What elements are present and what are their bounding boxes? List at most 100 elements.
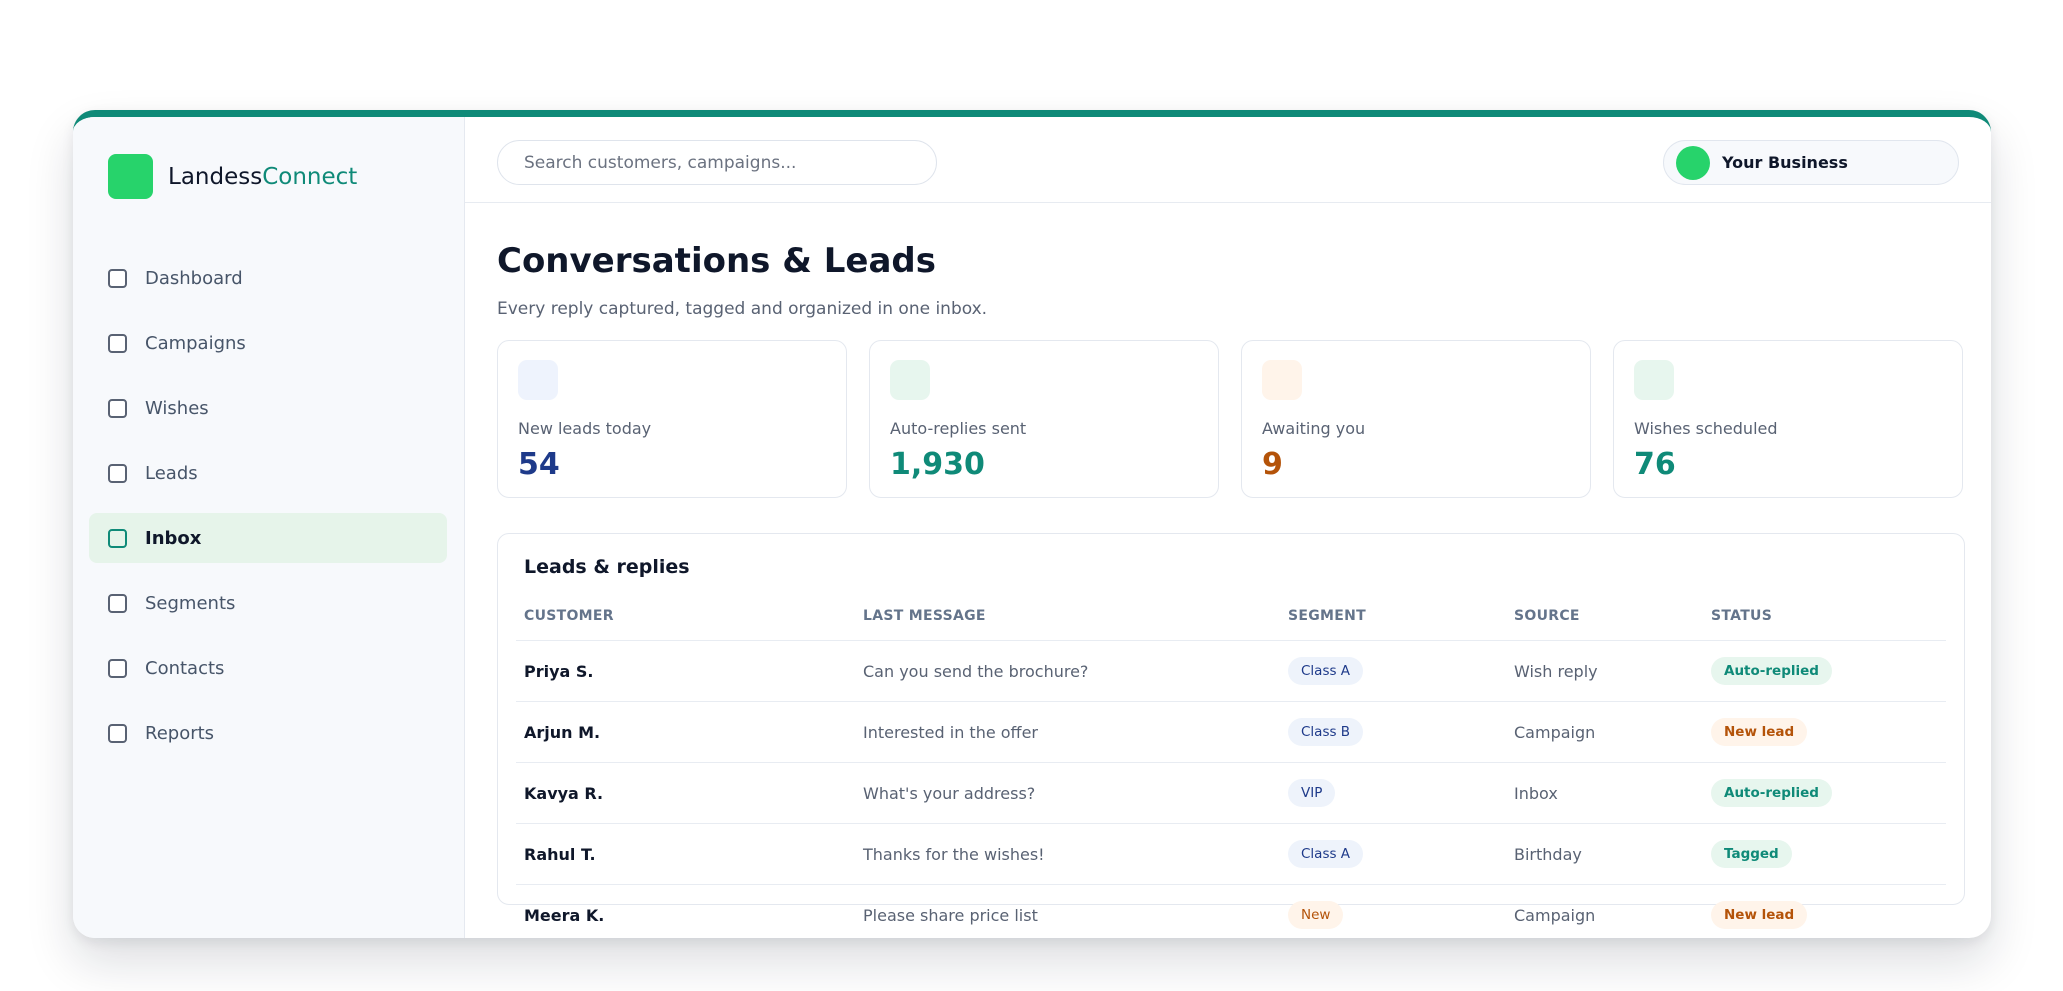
segment-cell: Class A [1288, 824, 1364, 884]
page-title: Conversations & Leads [497, 241, 936, 281]
last-message: Thanks for the wishes! [863, 844, 1045, 864]
checkbox-icon [108, 528, 127, 548]
customer-name: Kavya R. [524, 783, 604, 803]
app-window: LandessConnect Dashboard Campaigns Wishe… [73, 110, 1991, 938]
column-header-customer[interactable]: CUSTOMER [524, 608, 614, 624]
card-title: Leads & replies [524, 556, 690, 578]
stat-card-new-leads: New leads today 54 [497, 340, 847, 498]
stat-label: New leads today [518, 419, 652, 438]
source: Birthday [1514, 844, 1582, 864]
stat-value: 54 [518, 447, 560, 482]
status-badge: New lead [1711, 901, 1808, 929]
table-row[interactable]: Priya S. Can you send the brochure? Clas… [516, 640, 1946, 701]
sidebar-item-label: Reports [145, 722, 215, 744]
account-name: Your Business [1722, 153, 1848, 172]
brand-name: LandessConnect [168, 164, 357, 190]
customer-name: Arjun M. [524, 722, 601, 742]
source: Wish reply [1514, 661, 1598, 681]
segment-badge: VIP [1288, 779, 1336, 807]
checkbox-icon [108, 268, 127, 288]
checkbox-icon [108, 398, 127, 418]
customer-name: Priya S. [524, 661, 594, 681]
last-message: What's your address? [863, 783, 1036, 803]
last-message: Can you send the brochure? [863, 661, 1089, 681]
segment-cell: New [1288, 885, 1344, 938]
sidebar-item-inbox[interactable]: Inbox [89, 513, 447, 563]
table-body: Priya S. Can you send the brochure? Clas… [516, 640, 1946, 938]
stat-chip-icon [890, 360, 930, 400]
sidebar-item-label: Leads [145, 462, 198, 484]
sidebar-item-segments[interactable]: Segments [89, 578, 447, 628]
status-cell: New lead [1711, 702, 1808, 762]
table-row[interactable]: Meera K. Please share price list New Cam… [516, 884, 1946, 938]
sidebar-item-campaigns[interactable]: Campaigns [89, 318, 447, 368]
page-subtitle: Every reply captured, tagged and organiz… [497, 299, 988, 319]
brand-name-primary: Landess [168, 163, 263, 190]
segment-badge: Class A [1288, 657, 1364, 685]
customer-name: Rahul T. [524, 844, 596, 864]
table-row[interactable]: Kavya R. What's your address? VIP Inbox … [516, 762, 1946, 823]
checkbox-icon [108, 593, 127, 613]
sidebar-item-dashboard[interactable]: Dashboard [89, 253, 447, 303]
status-cell: New lead [1711, 885, 1808, 938]
stat-card-wishes-scheduled: Wishes scheduled 76 [1613, 340, 1963, 498]
sidebar-item-label: Dashboard [145, 267, 243, 289]
stat-label: Awaiting you [1262, 419, 1366, 438]
segment-badge: New [1288, 901, 1344, 929]
stat-card-awaiting: Awaiting you 9 [1241, 340, 1591, 498]
sidebar-item-label: Wishes [145, 397, 209, 419]
table-row[interactable]: Arjun M. Interested in the offer Class B… [516, 701, 1946, 762]
sidebar-item-label: Campaigns [145, 332, 246, 354]
sidebar-item-contacts[interactable]: Contacts [89, 643, 447, 693]
brand[interactable]: LandessConnect [108, 154, 357, 199]
topbar: Your Business [465, 117, 1991, 203]
stat-label: Auto-replies sent [890, 419, 1027, 438]
sidebar-item-leads[interactable]: Leads [89, 448, 447, 498]
checkbox-icon [108, 333, 127, 353]
column-header-segment[interactable]: SEGMENT [1288, 608, 1366, 624]
source: Campaign [1514, 905, 1596, 925]
source: Inbox [1514, 783, 1558, 803]
main-content: Conversations & Leads Every reply captur… [465, 203, 1991, 938]
last-message: Interested in the offer [863, 722, 1038, 742]
stat-value: 76 [1634, 447, 1676, 482]
brand-name-accent: Connect [262, 163, 358, 190]
table-header: CUSTOMER LAST MESSAGE SEGMENT SOURCE STA… [524, 608, 1946, 638]
segment-cell: VIP [1288, 763, 1336, 823]
sidebar-item-reports[interactable]: Reports [89, 708, 447, 758]
stat-chip-icon [1262, 360, 1302, 400]
table-row[interactable]: Rahul T. Thanks for the wishes! Class A … [516, 823, 1946, 884]
segment-cell: Class A [1288, 641, 1364, 701]
leads-table-card: Leads & replies CUSTOMER LAST MESSAGE SE… [497, 533, 1965, 929]
stat-card-auto-replies: Auto-replies sent 1,930 [869, 340, 1219, 498]
segment-badge: Class A [1288, 840, 1364, 868]
customer-name: Meera K. [524, 905, 605, 925]
stat-label: Wishes scheduled [1634, 419, 1778, 438]
status-cell: Auto-replied [1711, 763, 1832, 823]
segment-cell: Class B [1288, 702, 1364, 762]
status-cell: Auto-replied [1711, 641, 1832, 701]
stat-chip-icon [518, 360, 558, 400]
avatar [1676, 145, 1710, 180]
account-switcher[interactable]: Your Business [1663, 140, 1959, 185]
stat-chip-icon [1634, 360, 1674, 400]
status-badge: Auto-replied [1711, 657, 1832, 685]
status-badge: New lead [1711, 718, 1808, 746]
sidebar-item-wishes[interactable]: Wishes [89, 383, 447, 433]
checkbox-icon [108, 463, 127, 483]
sidebar: LandessConnect Dashboard Campaigns Wishe… [73, 117, 465, 938]
column-header-last-message[interactable]: LAST MESSAGE [863, 608, 986, 624]
search-input[interactable] [497, 140, 937, 185]
status-cell: Tagged [1711, 824, 1792, 884]
status-badge: Auto-replied [1711, 779, 1832, 807]
sidebar-item-label: Segments [145, 592, 236, 614]
stat-value: 9 [1262, 447, 1283, 482]
stat-value: 1,930 [890, 447, 985, 482]
sidebar-item-label: Inbox [145, 527, 202, 549]
checkbox-icon [108, 658, 127, 678]
sidebar-nav: Dashboard Campaigns Wishes Leads Inbox S… [89, 253, 447, 773]
column-header-status[interactable]: STATUS [1711, 608, 1772, 624]
status-badge: Tagged [1711, 840, 1792, 868]
checkbox-icon [108, 723, 127, 743]
column-header-source[interactable]: SOURCE [1514, 608, 1580, 624]
